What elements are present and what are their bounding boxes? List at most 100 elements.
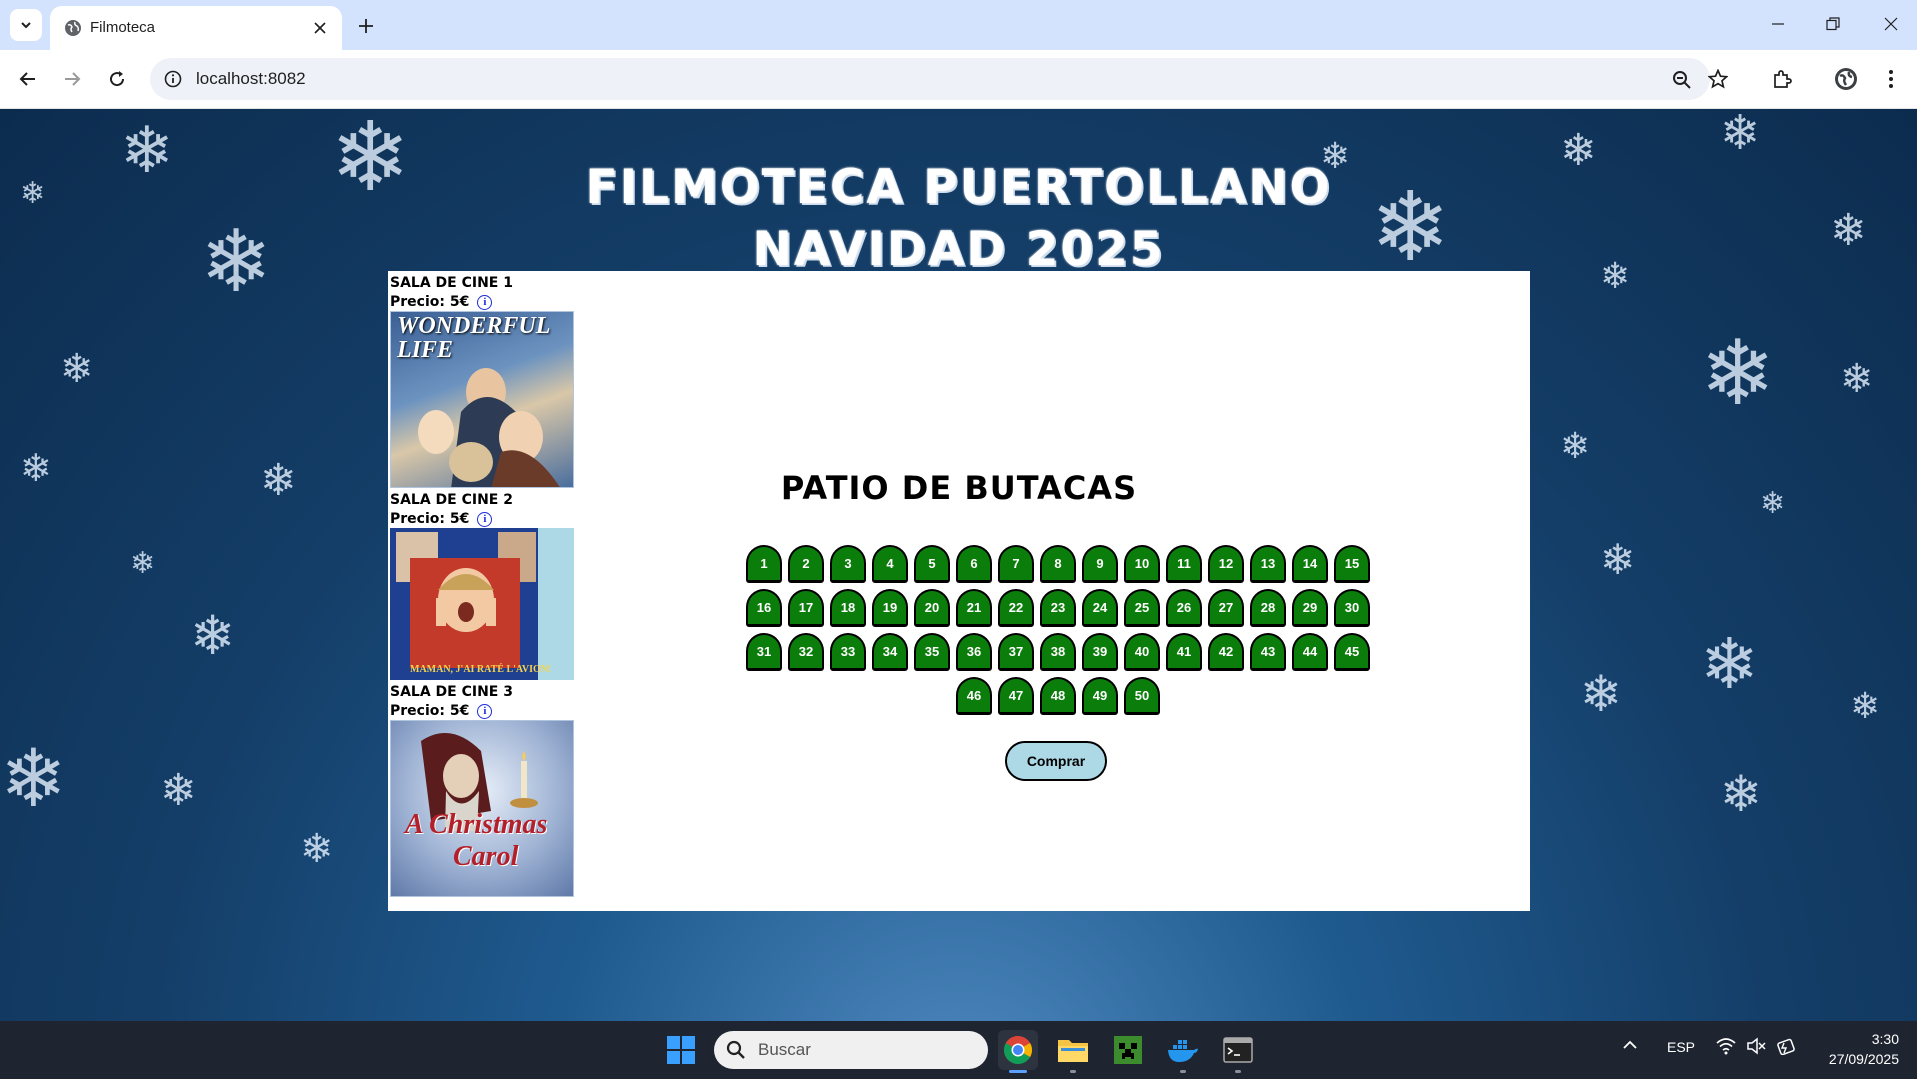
poster-figures-image <box>396 532 536 668</box>
buy-button[interactable]: Comprar <box>1005 741 1107 781</box>
seat-button[interactable]: 8 <box>1040 545 1076 583</box>
seat-button[interactable]: 20 <box>914 589 950 627</box>
seat-button[interactable]: 4 <box>872 545 908 583</box>
seat-button[interactable]: 49 <box>1082 677 1118 715</box>
seat-button[interactable]: 12 <box>1208 545 1244 583</box>
seat-button[interactable]: 41 <box>1166 633 1202 671</box>
movie-poster-2[interactable]: MAMAN, J'AI RATÉ L'AVION! <box>390 528 574 680</box>
seat-button[interactable]: 48 <box>1040 677 1076 715</box>
sala-price-row: Precio: 5€ i <box>390 702 574 720</box>
tab-search-button[interactable] <box>10 9 42 41</box>
seat-button[interactable]: 14 <box>1292 545 1328 583</box>
terminal-taskbar-button[interactable] <box>1218 1030 1258 1073</box>
seat-button[interactable]: 39 <box>1082 633 1118 671</box>
seat-button[interactable]: 47 <box>998 677 1034 715</box>
minimize-icon <box>1772 23 1784 25</box>
seat-button[interactable]: 33 <box>830 633 866 671</box>
sala-2[interactable]: Sala de cine 2 Precio: 5€ i <box>390 488 574 680</box>
info-icon[interactable]: i <box>477 511 493 527</box>
seat-button[interactable]: 25 <box>1124 589 1160 627</box>
info-icon[interactable]: i <box>477 703 493 719</box>
seat-button[interactable]: 2 <box>788 545 824 583</box>
seat-button[interactable]: 34 <box>872 633 908 671</box>
url-text[interactable]: localhost:8082 <box>196 69 306 89</box>
reload-button[interactable] <box>101 63 133 95</box>
seat-button[interactable]: 11 <box>1166 545 1202 583</box>
chrome-taskbar-button[interactable] <box>998 1030 1038 1073</box>
minecraft-taskbar-button[interactable] <box>1108 1030 1148 1070</box>
seat-button[interactable]: 42 <box>1208 633 1244 671</box>
sala-3[interactable]: Sala de cine 3 Precio: 5€ i A Christmas <box>390 680 574 897</box>
back-button[interactable] <box>12 63 44 95</box>
language-indicator[interactable]: ESP <box>1667 1039 1695 1055</box>
docker-taskbar-button[interactable] <box>1163 1030 1203 1073</box>
restore-window-button[interactable] <box>1813 8 1853 40</box>
info-icon[interactable]: i <box>477 294 493 310</box>
seat-button[interactable]: 22 <box>998 589 1034 627</box>
seat-button[interactable]: 7 <box>998 545 1034 583</box>
seat-button[interactable]: 35 <box>914 633 950 671</box>
battery-charging-icon <box>1777 1038 1795 1056</box>
seat-button[interactable]: 38 <box>1040 633 1076 671</box>
seat-button[interactable]: 9 <box>1082 545 1118 583</box>
seat-button[interactable]: 43 <box>1250 633 1286 671</box>
movie-poster-3[interactable]: A Christmas Carol <box>390 720 574 897</box>
seat-button[interactable]: 1 <box>746 545 782 583</box>
seat-button[interactable]: 26 <box>1166 589 1202 627</box>
terminal-icon <box>1223 1037 1253 1063</box>
seat-button[interactable]: 21 <box>956 589 992 627</box>
seat-button[interactable]: 17 <box>788 589 824 627</box>
seat-button[interactable]: 29 <box>1292 589 1328 627</box>
seat-button[interactable]: 44 <box>1292 633 1328 671</box>
seat-button[interactable]: 40 <box>1124 633 1160 671</box>
seat-button[interactable]: 28 <box>1250 589 1286 627</box>
close-window-button[interactable] <box>1871 8 1911 40</box>
address-bar[interactable]: localhost:8082 <box>150 58 1710 100</box>
show-hidden-icons-button[interactable] <box>1622 1037 1638 1056</box>
seat-button[interactable]: 13 <box>1250 545 1286 583</box>
seat-button[interactable]: 18 <box>830 589 866 627</box>
browser-menu-button[interactable] <box>1875 63 1907 95</box>
seat-button[interactable]: 16 <box>746 589 782 627</box>
taskbar-search[interactable]: Buscar <box>714 1031 988 1069</box>
site-info-button[interactable] <box>162 68 184 90</box>
seat-button[interactable]: 37 <box>998 633 1034 671</box>
file-explorer-taskbar-button[interactable] <box>1053 1030 1093 1073</box>
seat-button[interactable]: 30 <box>1334 589 1370 627</box>
seat-row: 31 32 33 34 35 36 37 38 39 40 41 42 43 44 45 <box>743 633 1373 671</box>
seat-button[interactable]: 10 <box>1124 545 1160 583</box>
seat-button[interactable]: 15 <box>1334 545 1370 583</box>
seat-button[interactable]: 31 <box>746 633 782 671</box>
bookmark-button[interactable] <box>1702 63 1734 95</box>
poster-title-line1: A Christmas <box>405 809 548 840</box>
movie-poster-1[interactable]: WONDERFUL LIFE <box>390 311 574 488</box>
seat-button[interactable]: 50 <box>1124 677 1160 715</box>
seat-button[interactable]: 5 <box>914 545 950 583</box>
volume-button[interactable] <box>1746 1037 1766 1058</box>
search-placeholder: Buscar <box>758 1040 811 1059</box>
seat-button[interactable]: 19 <box>872 589 908 627</box>
seat-button[interactable]: 46 <box>956 677 992 715</box>
forward-button[interactable] <box>56 63 88 95</box>
browser-tab[interactable]: Filmoteca <box>50 6 342 50</box>
seat-button[interactable]: 24 <box>1082 589 1118 627</box>
seat-button[interactable]: 23 <box>1040 589 1076 627</box>
wifi-button[interactable] <box>1716 1037 1736 1058</box>
seat-button[interactable]: 3 <box>830 545 866 583</box>
new-tab-button[interactable] <box>352 12 380 40</box>
extensions-button[interactable] <box>1766 63 1798 95</box>
seat-button[interactable]: 32 <box>788 633 824 671</box>
zoom-out-icon <box>1673 71 1691 89</box>
zoom-button[interactable] <box>1670 68 1694 92</box>
close-tab-button[interactable] <box>310 18 330 38</box>
seat-button[interactable]: 36 <box>956 633 992 671</box>
profile-button[interactable] <box>1830 63 1862 95</box>
seat-button[interactable]: 6 <box>956 545 992 583</box>
sala-1[interactable]: Sala de cine 1 Precio: 5€ i WONDERFUL LI… <box>390 271 574 488</box>
seat-button[interactable]: 27 <box>1208 589 1244 627</box>
start-button[interactable] <box>661 1030 701 1070</box>
minimize-window-button[interactable] <box>1758 8 1798 40</box>
clock[interactable]: 3:30 27/09/2025 <box>1829 1029 1899 1069</box>
battery-button[interactable] <box>1776 1037 1798 1058</box>
seat-button[interactable]: 45 <box>1334 633 1370 671</box>
